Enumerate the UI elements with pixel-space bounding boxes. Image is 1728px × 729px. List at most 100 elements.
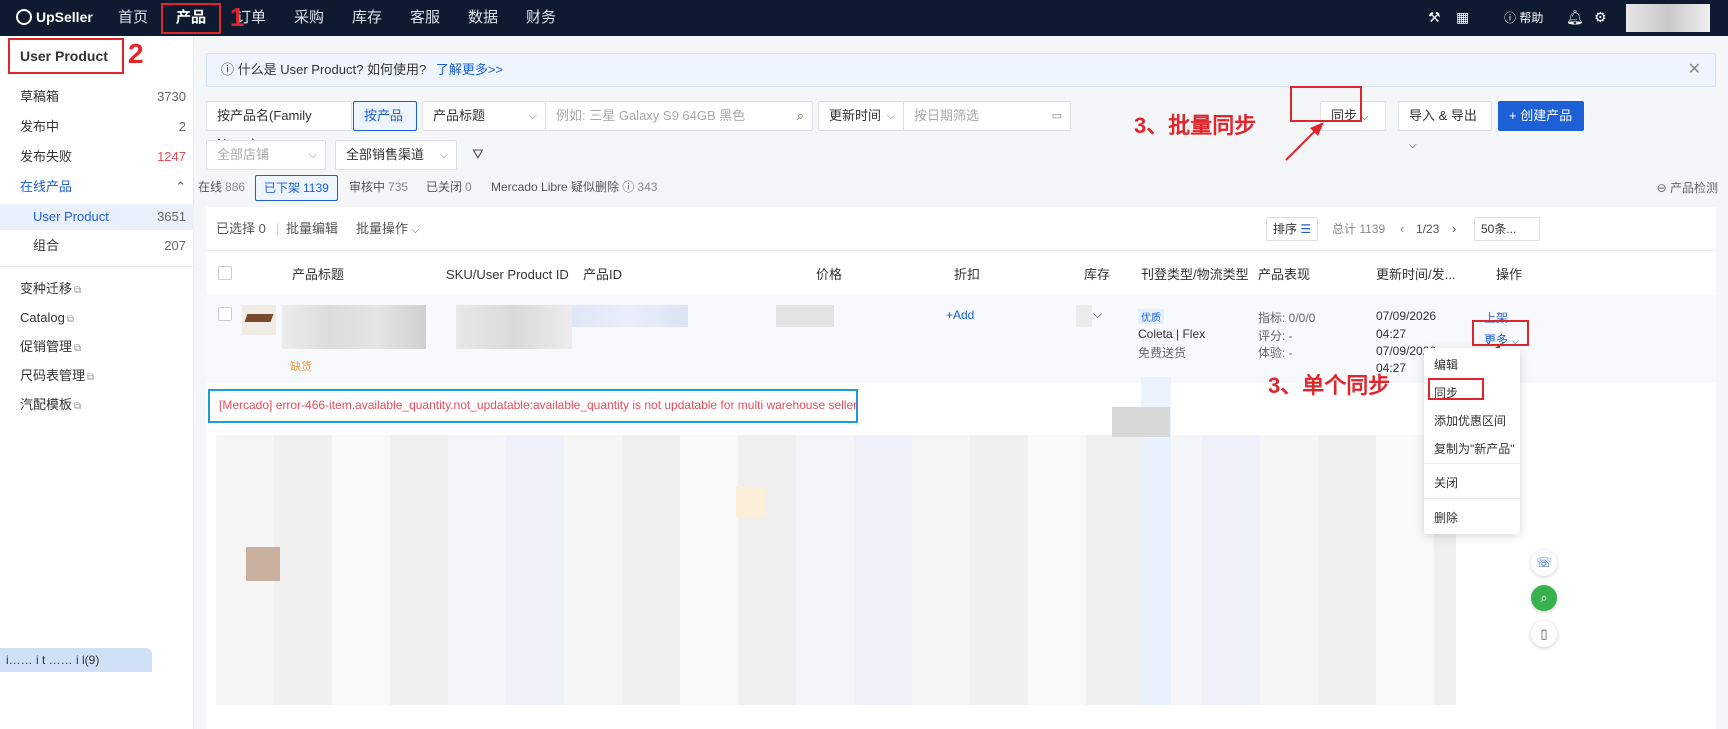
logo-icon <box>16 9 32 25</box>
sidebar-item-count: 3651 <box>157 209 186 224</box>
upseller-logo[interactable]: UpSeller <box>16 9 93 25</box>
blurred-price <box>776 305 834 327</box>
time-select-value: 更新时间 <box>829 108 882 123</box>
sidebar-item-label: User Product <box>33 209 109 224</box>
sidebar-item-auto-parts[interactable]: 汽配模板 ⧉ <box>0 393 194 417</box>
row-checkbox[interactable] <box>218 307 232 321</box>
shipping-type: 免费送货 <box>1138 346 1187 360</box>
menu-item-add-discount[interactable]: 添加优惠区间 <box>1434 412 1506 429</box>
menu-divider <box>1424 463 1520 464</box>
tab-suspected-deleted[interactable]: Mercado Libre 疑似删除 ⓘ 343 <box>491 175 657 199</box>
tab-count: 0 <box>465 180 472 194</box>
tab-closed[interactable]: 已关闭 0 <box>426 175 472 199</box>
search-icon[interactable]: ⌕ <box>797 102 804 130</box>
sidebar-item-label: Catalog <box>20 310 65 325</box>
tab-reviewing[interactable]: 审核中 735 <box>349 175 408 199</box>
batch-ops-button[interactable]: 批量操作 ⌵ <box>356 207 419 253</box>
col-performance[interactable]: 产品表现 <box>1258 259 1310 291</box>
question-icon: ⓘ <box>622 180 635 194</box>
import-export-button[interactable]: 导入 & 导出 ⌵ <box>1398 101 1492 151</box>
sidebar-item-publishing[interactable]: 发布中 2 <box>0 115 194 139</box>
chevron-down-icon: ⌵ <box>1409 140 1417 151</box>
sidebar-item-label: 发布失败 <box>20 149 73 164</box>
product-thumbnail[interactable] <box>242 305 276 335</box>
sidebar-item-size-chart[interactable]: 尺码表管理 ⧉ <box>0 364 194 388</box>
prev-page-icon[interactable]: ‹ <box>1400 207 1404 251</box>
perf-metric: 指标: 0/0/0 <box>1258 311 1316 325</box>
tool-icon[interactable]: ⚒ <box>1428 9 1441 26</box>
col-update-time[interactable]: 更新时间/发... <box>1376 259 1455 291</box>
nav-service[interactable]: 客服 <box>410 0 440 36</box>
filter-icon[interactable]: ⛛ <box>472 146 484 163</box>
blurred-stock <box>1076 305 1092 327</box>
col-title[interactable]: 产品标题 <box>292 259 344 291</box>
footer-hint[interactable]: i…… i t …… i l(9) <box>0 648 152 672</box>
sidebar-item-variant-migration[interactable]: 变种迁移 ⧉ <box>0 277 194 301</box>
close-icon[interactable]: ✕ <box>1688 54 1701 86</box>
sidebar-item-user-product[interactable]: User Product 3651 <box>0 204 194 230</box>
blurred-sku <box>456 305 572 349</box>
sidebar-item-catalog[interactable]: Catalog ⧉ <box>0 306 194 330</box>
date-filter-input[interactable]: 按日期筛选 ▭ <box>903 101 1071 131</box>
external-link-icon: ⧉ <box>74 285 82 296</box>
next-page-icon[interactable]: › <box>1452 207 1456 251</box>
menu-item-edit[interactable]: 编辑 <box>1434 356 1458 373</box>
sidebar-item-online[interactable]: 在线产品 ⌃ <box>0 175 194 199</box>
store-select[interactable]: 全部店铺 ⌵ <box>206 140 326 170</box>
stock-expand-icon[interactable]: ⌵ <box>1093 307 1102 322</box>
col-sku[interactable]: SKU/User Product ID <box>446 259 569 291</box>
family-name-toggle[interactable]: 按产品名(Family Name) <box>206 101 352 151</box>
annotation-single-sync: 3、单个同步 <box>1268 373 1391 398</box>
tab-delisted[interactable]: 已下架 1139 <box>255 175 338 201</box>
create-product-button[interactable]: + 创建产品 <box>1498 101 1584 131</box>
page-size-select[interactable]: 50条... <box>1474 217 1540 241</box>
nav-finance[interactable]: 财务 <box>526 0 556 36</box>
bell-icon[interactable]: 🔔︎ <box>1566 9 1584 26</box>
channel-select[interactable]: 全部销售渠道 ⌵ <box>335 140 457 170</box>
title-select[interactable]: 产品标题 ⌵ <box>422 101 546 131</box>
batch-edit-button[interactable]: 批量编辑 <box>286 207 338 251</box>
discount-add-link[interactable]: +Add <box>946 308 974 322</box>
search-float-icon[interactable]: ⌕ <box>1531 585 1557 611</box>
col-stock[interactable]: 库存 <box>1084 259 1110 291</box>
nav-home[interactable]: 首页 <box>118 0 148 36</box>
col-listing-type[interactable]: 刊登类型/物流类型 <box>1141 259 1249 291</box>
nav-purchase[interactable]: 采购 <box>294 0 324 36</box>
tab-online[interactable]: 在线 886 <box>198 175 245 199</box>
menu-item-copy-new[interactable]: 复制为"新产品" <box>1434 440 1515 457</box>
sidebar-item-failed[interactable]: 发布失败 1247 <box>0 145 194 169</box>
col-product-id[interactable]: 产品ID <box>583 259 622 291</box>
sidebar-item-promotion[interactable]: 促销管理 ⧉ <box>0 335 194 359</box>
select-all-checkbox[interactable] <box>218 266 232 280</box>
apps-grid-icon[interactable]: ▦ <box>1456 9 1469 26</box>
tab-label: 已关闭 <box>426 180 463 194</box>
support-icon[interactable]: ☏ <box>1531 550 1557 576</box>
by-product-toggle[interactable]: 按产品 <box>353 101 417 131</box>
avatar[interactable] <box>1626 4 1710 32</box>
product-check-link[interactable]: ⊖ 产品检测 <box>1657 179 1718 196</box>
col-price[interactable]: 价格 <box>816 259 842 291</box>
sort-button[interactable]: 排序 ☰ <box>1266 217 1319 241</box>
tab-count: 735 <box>388 180 409 194</box>
menu-item-delete[interactable]: 删除 <box>1434 509 1458 526</box>
help-icon: ⓘ <box>1504 11 1517 25</box>
learn-more-link[interactable]: 了解更多>> <box>436 62 503 77</box>
sidebar-item-count: 207 <box>164 238 186 253</box>
sidebar-item-bundle[interactable]: 组合 207 <box>0 234 194 258</box>
search-input[interactable]: 例如: 三星 Galaxy S9 64GB 黑色 ⌕ <box>545 101 813 131</box>
sidebar-item-drafts[interactable]: 草稿箱 3730 <box>0 85 194 109</box>
time-select[interactable]: 更新时间 ⌵ <box>818 101 904 131</box>
blurred-rows <box>216 435 1456 705</box>
mobile-icon[interactable]: ▯ <box>1531 621 1557 647</box>
nav-inventory[interactable]: 库存 <box>352 0 382 36</box>
col-discount[interactable]: 折扣 <box>954 259 980 291</box>
search-placeholder: 例如: 三星 Galaxy S9 64GB 黑色 <box>556 108 746 123</box>
blurred-product-id <box>572 305 688 327</box>
highlight-menu-sync <box>1428 378 1484 400</box>
help-link[interactable]: ⓘ 帮助 <box>1504 9 1543 26</box>
menu-item-close[interactable]: 关闭 <box>1434 474 1458 491</box>
tab-label: 审核中 <box>349 180 386 194</box>
gear-icon[interactable]: ⚙ <box>1594 9 1607 26</box>
nav-data[interactable]: 数据 <box>468 0 498 36</box>
sidebar-item-label: 促销管理 <box>20 339 73 354</box>
